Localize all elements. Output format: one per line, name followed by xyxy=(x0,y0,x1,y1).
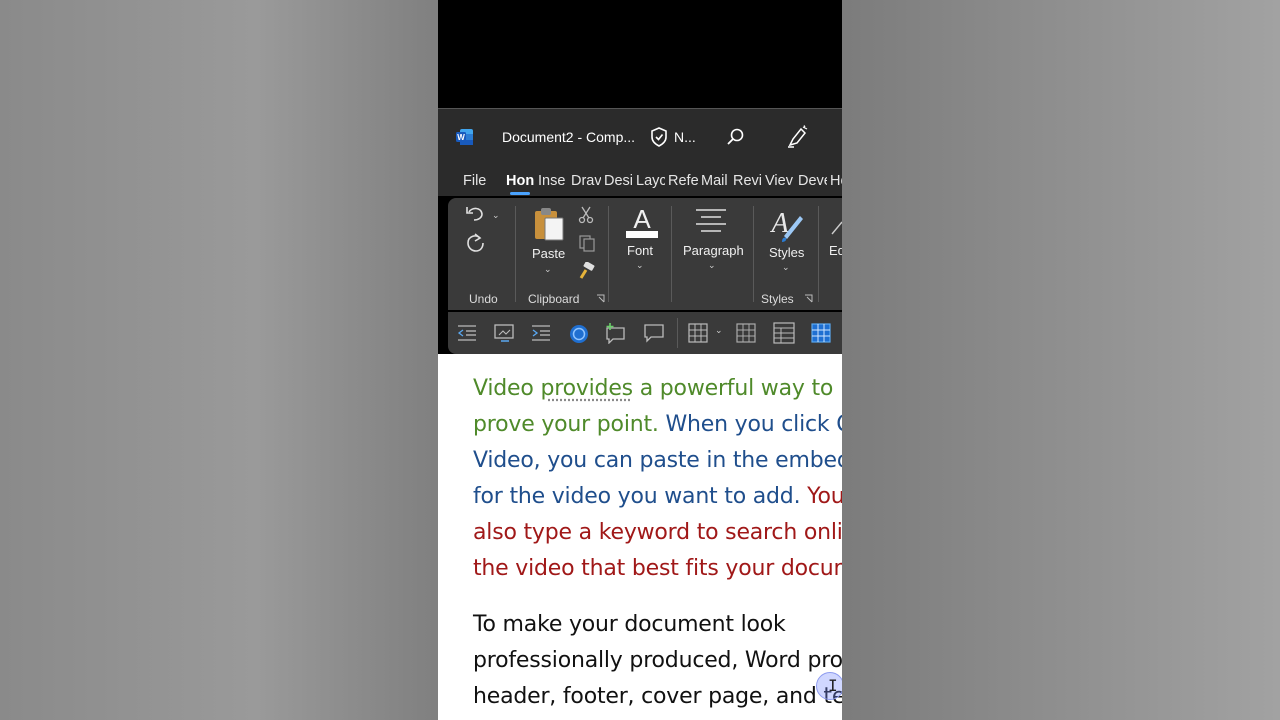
paragraph-1-line-2: prove your point. When you click O xyxy=(473,407,842,443)
styles-label[interactable]: Styles xyxy=(769,245,804,260)
paragraph-icon[interactable] xyxy=(694,208,728,234)
paragraph-1-line-4: for the video you want to add. You xyxy=(473,479,842,515)
pen-icon[interactable] xyxy=(786,125,808,149)
ribbon-tabs: File Hon Inse Drav Desi Layc Refe Mail R… xyxy=(438,164,842,196)
paragraph-label[interactable]: Paragraph xyxy=(683,243,744,258)
phone-frame: W Document2 - Comp... N... File Hon Inse… xyxy=(438,0,842,720)
tab-view[interactable]: Viev xyxy=(765,173,795,189)
active-tab-indicator xyxy=(510,192,530,195)
toolbar-separator xyxy=(677,318,678,348)
styles-group-label: Styles xyxy=(761,292,794,306)
text-run: a powerful way to h xyxy=(632,376,842,401)
paragraph-1-line-1: Video provides a powerful way to h xyxy=(473,371,842,407)
sensitivity-label[interactable]: N... xyxy=(674,129,696,145)
grid-icon[interactable] xyxy=(736,323,756,343)
copy-icon[interactable] xyxy=(578,234,596,252)
comment-icon[interactable] xyxy=(643,322,665,344)
ribbon-separator xyxy=(608,206,609,302)
table-icon[interactable] xyxy=(688,323,708,343)
circle-icon[interactable] xyxy=(568,323,590,345)
svg-text:A: A xyxy=(633,204,651,234)
editing-icon[interactable] xyxy=(830,220,842,236)
paragraph-1-line-6: the video that best fits your docum xyxy=(473,556,842,581)
text-run: for the video you want to add. xyxy=(473,484,808,509)
ribbon-separator xyxy=(515,206,516,302)
increase-indent-icon[interactable] xyxy=(530,324,552,342)
ribbon-separator xyxy=(818,206,819,302)
tab-developer[interactable]: Deve xyxy=(798,173,827,189)
text-run: Video xyxy=(473,376,541,401)
tab-mailings[interactable]: Mail xyxy=(701,173,730,189)
decrease-indent-icon[interactable] xyxy=(456,324,478,342)
text-run: You xyxy=(807,484,842,509)
new-comment-icon[interactable] xyxy=(604,322,628,344)
tab-design[interactable]: Desi xyxy=(604,173,633,189)
svg-text:W: W xyxy=(457,133,465,142)
word-logo-icon: W xyxy=(456,129,473,145)
ribbon-separator xyxy=(753,206,754,302)
font-label[interactable]: Font xyxy=(627,243,653,258)
search-icon[interactable] xyxy=(726,127,746,147)
blue-table-icon[interactable] xyxy=(811,323,831,343)
tab-references[interactable]: Refe xyxy=(668,173,698,189)
tab-draw[interactable]: Drav xyxy=(571,173,601,189)
tab-file[interactable]: File xyxy=(463,173,486,189)
text-cursor-icon: I xyxy=(828,676,838,695)
quick-toolbar: ⌄ xyxy=(448,312,842,354)
cut-icon[interactable] xyxy=(578,206,594,224)
ribbon-panel: ⌄ Undo Paste ⌄ Clipboard A Font ⌄ Paragr… xyxy=(448,198,842,310)
font-dropdown-icon[interactable]: ⌄ xyxy=(636,260,644,271)
document-title[interactable]: Document2 - Comp... xyxy=(502,129,635,145)
paragraph-1-line-5: also type a keyword to search onlin xyxy=(473,520,842,545)
paragraph-2-line-1: To make your document look xyxy=(473,612,786,637)
tab-home[interactable]: Hon xyxy=(506,173,535,189)
paragraph-dropdown-icon[interactable]: ⌄ xyxy=(708,260,716,271)
text-run-flagged[interactable]: provides xyxy=(540,376,633,401)
tab-layout[interactable]: Layc xyxy=(636,173,665,189)
paragraph-2-line-3: header, footer, cover page, and tex xyxy=(473,684,842,709)
undo-dropdown-icon[interactable]: ⌄ xyxy=(492,210,500,221)
table-layout-icon[interactable] xyxy=(773,322,795,344)
paste-label[interactable]: Paste xyxy=(532,246,565,261)
paragraph-2-line-2: professionally produced, Word pro xyxy=(473,648,842,673)
text-run: When you click O xyxy=(665,412,843,437)
screen-share-icon[interactable] xyxy=(493,323,515,343)
clipboard-group-label: Clipboard xyxy=(528,292,580,306)
ribbon-separator xyxy=(671,206,672,302)
paragraph-1-line-3: Video, you can paste in the embed xyxy=(473,448,842,473)
editing-label[interactable]: Ed xyxy=(829,243,842,258)
table-dropdown-icon[interactable]: ⌄ xyxy=(715,325,723,336)
styles-dropdown-icon[interactable]: ⌄ xyxy=(782,262,790,273)
text-run: prove your point. xyxy=(473,412,666,437)
undo-group-label: Undo xyxy=(469,292,498,306)
styles-icon[interactable]: A xyxy=(766,204,806,244)
clipboard-launcher-icon[interactable] xyxy=(596,294,605,303)
font-icon[interactable]: A xyxy=(624,204,660,240)
shield-icon[interactable] xyxy=(650,127,668,147)
format-painter-icon[interactable] xyxy=(578,262,596,280)
tab-review[interactable]: Revi xyxy=(733,173,762,189)
tab-help[interactable]: He xyxy=(830,173,842,189)
title-bar: W Document2 - Comp... N... xyxy=(438,108,842,165)
undo-icon[interactable] xyxy=(464,204,486,224)
tab-insert[interactable]: Inse xyxy=(538,173,567,189)
redo-icon[interactable] xyxy=(464,232,486,254)
document-page[interactable]: Video provides a powerful way to h prove… xyxy=(438,354,842,720)
paste-dropdown-icon[interactable]: ⌄ xyxy=(544,264,552,275)
styles-launcher-icon[interactable] xyxy=(804,294,813,303)
paste-icon[interactable] xyxy=(532,206,566,242)
